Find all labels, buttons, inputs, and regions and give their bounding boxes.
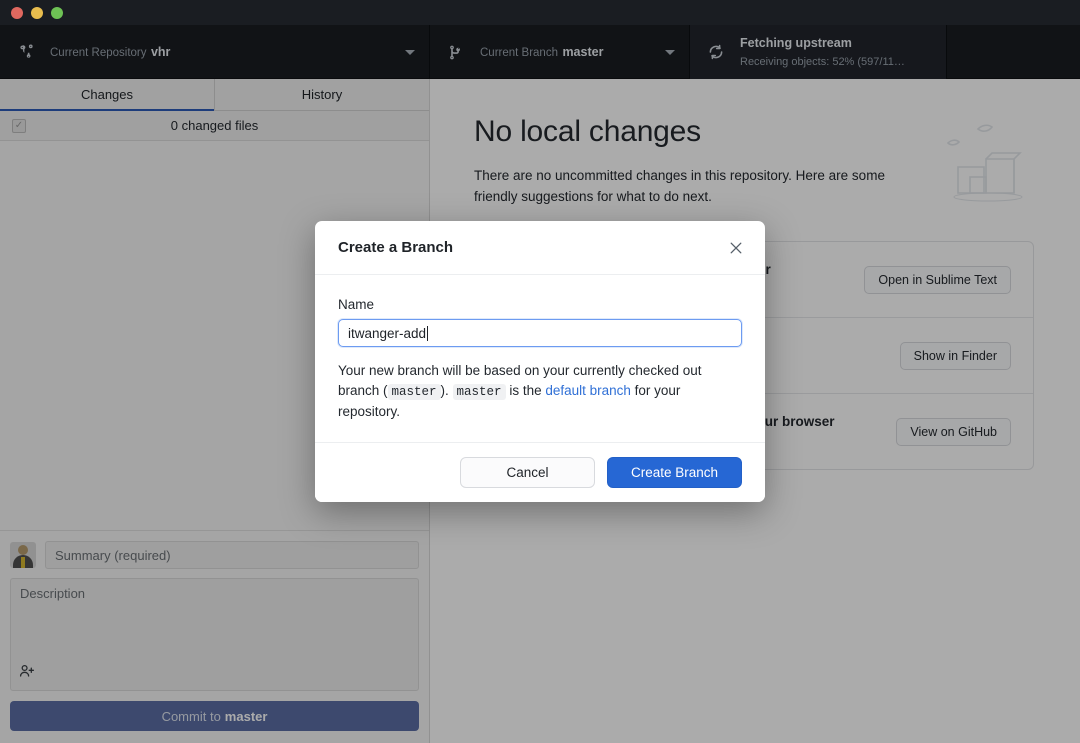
default-branch-link[interactable]: default branch (545, 383, 631, 398)
dialog-footer: Cancel Create Branch (315, 442, 765, 502)
window-titlebar (0, 0, 1080, 25)
traffic-lights (11, 6, 63, 19)
github-desktop-window: Current Repository vhr Current Branch ma… (0, 0, 1080, 743)
dialog-body: Name itwanger-add Your new branch will b… (315, 275, 765, 442)
close-window-button[interactable] (11, 6, 23, 19)
text-cursor (427, 325, 429, 341)
branch-name-value: itwanger-add (348, 325, 427, 341)
cancel-button[interactable]: Cancel (460, 457, 595, 488)
branch-name-label: Name (338, 297, 375, 312)
dialog-title: Create a Branch (338, 239, 454, 256)
desc-part-2: ). (440, 383, 453, 398)
zoom-window-button[interactable] (51, 6, 63, 19)
minimize-window-button[interactable] (31, 6, 43, 19)
desc-part-3: is the (505, 383, 546, 398)
create-branch-button[interactable]: Create Branch (607, 457, 742, 488)
default-branch-code: master (452, 384, 506, 400)
close-icon[interactable] (725, 237, 747, 259)
branch-base-description: Your new branch will be based on your cu… (338, 361, 742, 422)
branch-name-input[interactable]: itwanger-add (338, 319, 742, 347)
create-branch-dialog: Create a Branch Name itwanger-add Your n… (315, 221, 765, 502)
dialog-header: Create a Branch (315, 221, 765, 275)
base-branch-code: master (387, 384, 441, 400)
